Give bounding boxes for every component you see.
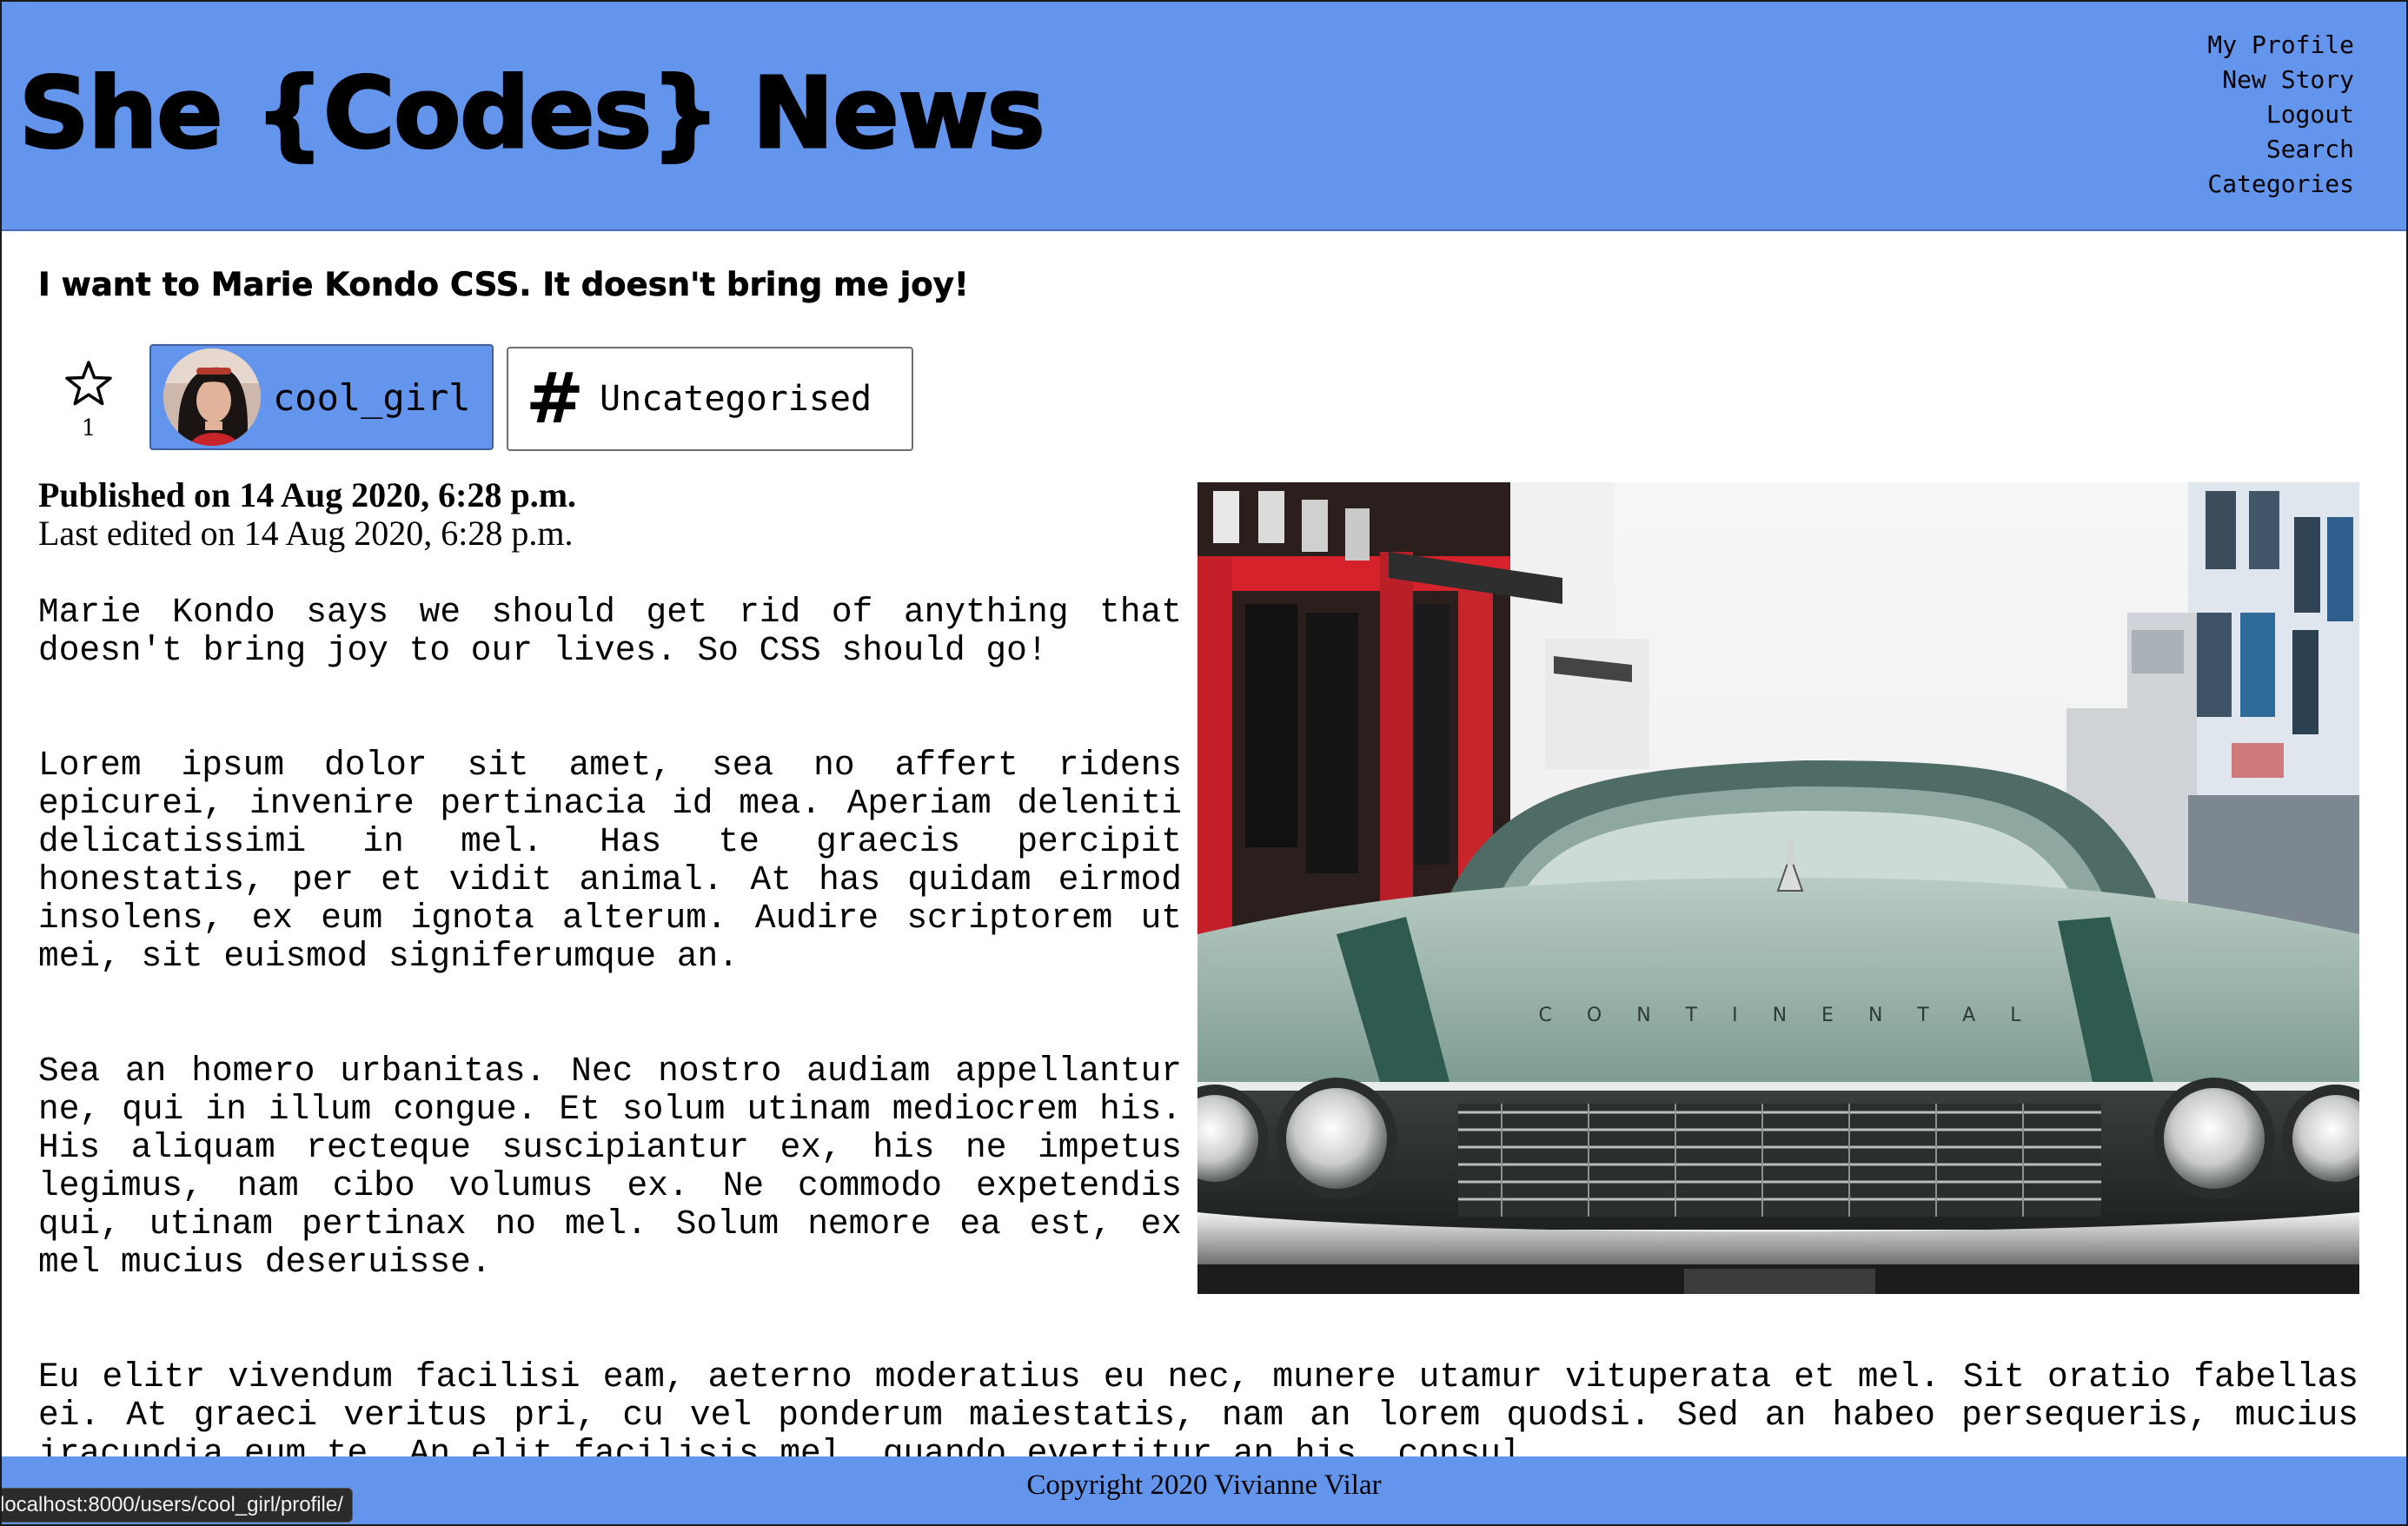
status-bar-url: localhost:8000/users/cool_girl/profile/ (0, 1488, 353, 1523)
favourite-count: 1 (81, 415, 96, 441)
hash-icon: # (526, 358, 585, 439)
avatar-photo (163, 348, 261, 446)
author-link[interactable]: cool_girl (149, 344, 494, 450)
story-paragraph-3: Sea an homero urbanitas. Nec nostro audi… (38, 1052, 1182, 1282)
story-title: I want to Marie Kondo CSS. It doesn't br… (38, 266, 969, 304)
nav-search[interactable]: Search (2266, 132, 2354, 167)
favourite-button[interactable]: 1 (61, 360, 116, 441)
top-nav: My Profile New Story Logout Search Categ… (2207, 28, 2354, 202)
copyright-text: Copyright 2020 Vivianne Vilar (1026, 1470, 1382, 1501)
last-edited-date: Last edited on 14 Aug 2020, 6:28 p.m. (38, 514, 574, 553)
story-paragraph-2: Lorem ipsum dolor sit amet, sea no affer… (38, 746, 1182, 976)
story-meta: Published on 14 Aug 2020, 6:28 p.m. Last… (38, 476, 1168, 553)
nav-logout[interactable]: Logout (2266, 97, 2354, 132)
avatar (163, 348, 261, 446)
story-paragraph-1: Marie Kondo says we should get rid of an… (38, 593, 1182, 670)
author-name: cool_girl (273, 375, 471, 419)
nav-new-story[interactable]: New Story (2222, 63, 2354, 97)
car-photo: CONTINENTAL (1197, 482, 2359, 1294)
nav-my-profile[interactable]: My Profile (2207, 28, 2354, 63)
category-name: Uncategorised (600, 379, 872, 419)
site-footer: Copyright 2020 Vivianne Vilar (0, 1456, 2408, 1526)
nav-categories[interactable]: Categories (2207, 167, 2354, 202)
category-link[interactable]: # Uncategorised (507, 347, 913, 451)
car-badge-text: CONTINENTAL (1539, 1005, 2056, 1026)
star-icon[interactable] (64, 360, 113, 407)
published-date: Published on 14 Aug 2020, 6:28 p.m. (38, 475, 577, 514)
site-title[interactable]: She {Codes} News (18, 49, 1047, 179)
story-image: CONTINENTAL (1197, 482, 2359, 1294)
site-header: She {Codes} News My Profile New Story Lo… (0, 0, 2408, 231)
